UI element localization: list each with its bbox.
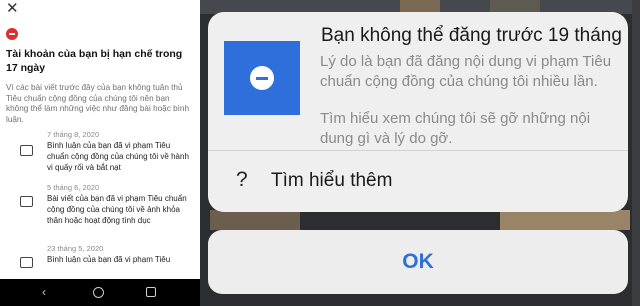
background-image: [210, 210, 300, 230]
background-edge: [632, 0, 640, 306]
restriction-screen: ✕ Tài khoản của bạn bị hạn chế trong 17 …: [0, 0, 200, 306]
divider: [208, 150, 628, 151]
post-icon: [20, 196, 33, 207]
violation-date: 5 tháng 6, 2020: [47, 183, 100, 192]
violation-date: 7 tháng 8, 2020: [47, 130, 100, 139]
background-image: [500, 210, 630, 230]
restricted-icon: [224, 41, 300, 115]
alert-screen: Bạn không thể đăng trước 19 tháng 9 Lý d…: [200, 0, 640, 306]
dialog-hint: Tìm hiểu xem chúng tôi sẽ gỡ những nội d…: [320, 110, 591, 147]
ban-icon: [6, 28, 18, 40]
dialog-heading: Bạn không thể đăng trước 19 tháng 9: [321, 25, 628, 46]
restriction-description: Vì các bài viết trước đây của bạn không …: [6, 83, 190, 125]
recent-apps-icon[interactable]: [146, 287, 156, 297]
dialog-reason: Lý do là bạn đã đăng nội dung vi phạm Ti…: [320, 53, 612, 90]
ok-button-container[interactable]: OK: [208, 230, 628, 294]
comment-icon: [20, 257, 33, 268]
android-nav-bar: ‹: [0, 279, 200, 306]
violation-text: Bình luận của bạn đã vi phạm Tiêu chuẩn …: [47, 141, 189, 172]
back-icon[interactable]: ‹: [42, 286, 46, 298]
restriction-dialog: Bạn không thể đăng trước 19 tháng 9 Lý d…: [208, 12, 628, 212]
screenshot: ✕ Tài khoản của bạn bị hạn chế trong 17 …: [0, 0, 640, 306]
comment-icon: [20, 145, 33, 156]
violation-date: 23 tháng 5, 2020: [47, 244, 104, 253]
violation-text: Bình luận của bạn đã vi phạm Tiêu: [47, 255, 171, 264]
close-icon[interactable]: ✕: [6, 1, 19, 17]
minus-circle-icon: [250, 66, 274, 90]
ok-button[interactable]: OK: [208, 250, 628, 274]
question-icon[interactable]: ?: [236, 168, 248, 192]
learn-more-button[interactable]: Tìm hiểu thêm: [271, 170, 392, 192]
restriction-title: Tài khoản của bạn bị hạn chế trong 17 ng…: [6, 48, 183, 74]
violation-text: Bài viết của bạn đã vi phạm Tiêu chuẩn c…: [47, 194, 187, 225]
home-icon[interactable]: [93, 287, 104, 298]
